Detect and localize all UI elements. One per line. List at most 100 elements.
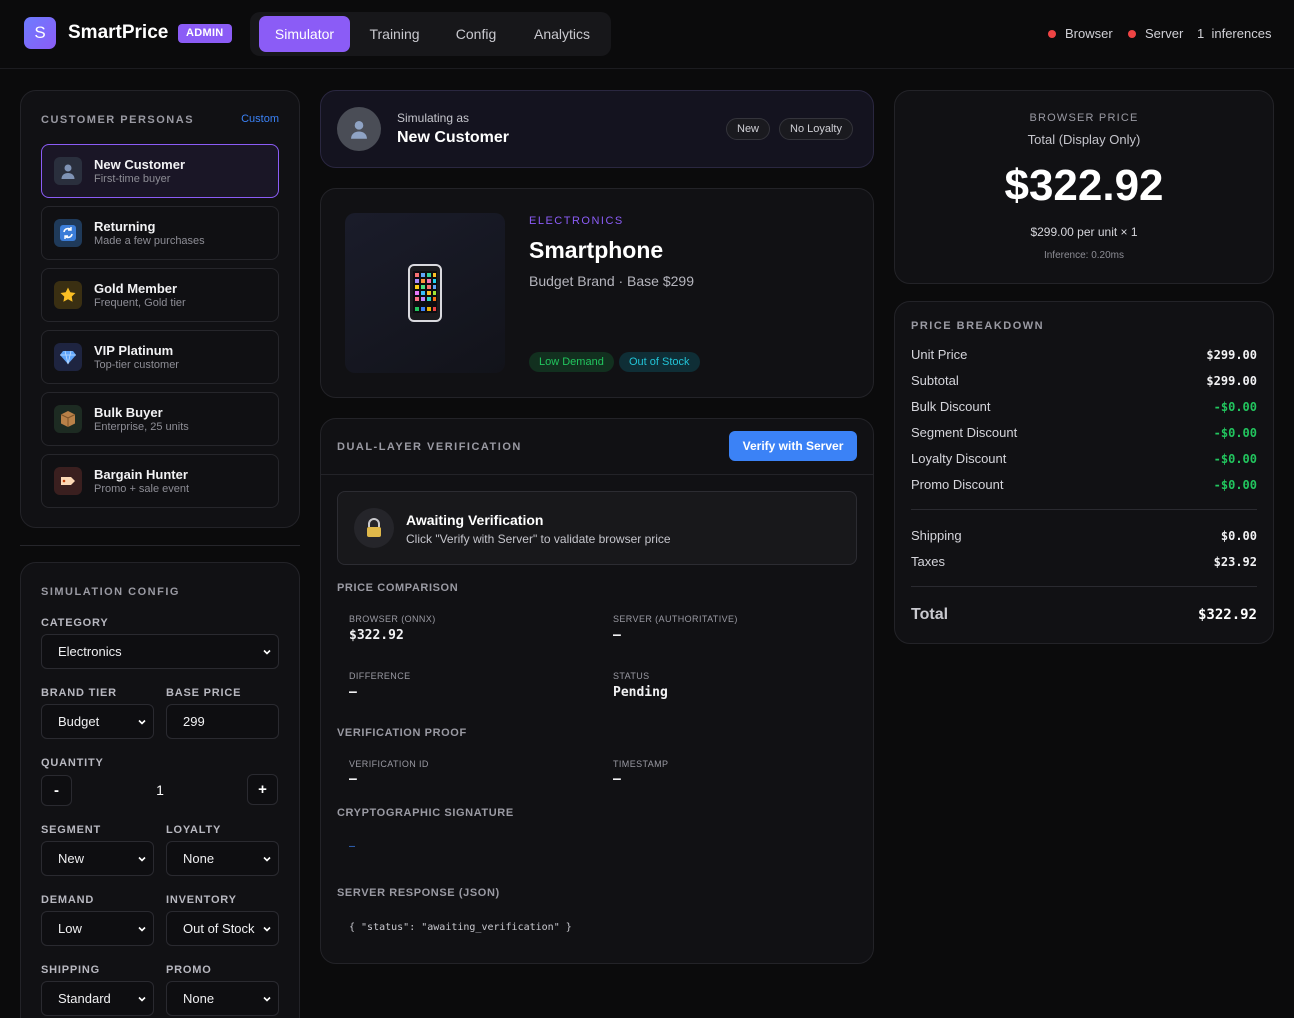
promo-value: None [183,991,215,1006]
browser-status: Browser [1048,26,1113,41]
sidebar-divider [20,545,300,546]
category-select[interactable]: Electronics [41,634,279,669]
category-value: Electronics [58,644,122,659]
per-unit-text: $299.00 per unit × 1 [1030,225,1138,239]
segment-chip: New [726,118,771,140]
quantity-value[interactable]: 1 [81,782,239,798]
tab-analytics[interactable]: Analytics [516,16,608,52]
product-name: Smartphone [529,237,664,263]
browser-onnx-label: BROWSER (ONNX) [349,614,436,624]
persona-new-customer[interactable]: New Customer First-time buyer [41,144,279,198]
taxes-label: Taxes [911,554,945,569]
browser-price-amount: $322.92 [1004,161,1164,210]
persona-name: Bargain Hunter [94,467,188,482]
price-comparison-title: PRICE COMPARISON [337,582,459,594]
logo-letter: S [34,23,46,42]
promo-label: PROMO [166,964,212,976]
brand-tier-label: BRAND TIER [41,687,117,699]
persona-bargain-hunter[interactable]: Bargain Hunter Promo + sale event [41,454,279,508]
taxes-value: $23.92 [1213,555,1257,569]
persona-gold-member[interactable]: Gold Member Frequent, Gold tier [41,268,279,322]
awaiting-title: Awaiting Verification [406,512,544,528]
demand-tag: Low Demand [529,352,614,372]
shipping-value: Standard [58,991,111,1006]
loyalty-select[interactable]: None [166,841,279,876]
personas-panel: CUSTOMER PERSONAS Custom New Customer Fi… [20,90,300,528]
unit-price-value: $299.00 [1206,348,1257,362]
loyalty-discount-value: -$0.00 [1213,452,1257,466]
tab-training[interactable]: Training [354,16,435,52]
promo-discount-label: Promo Discount [911,477,1004,492]
chevron-down-icon [263,649,271,655]
subtotal-label: Subtotal [911,373,959,388]
bulk-discount-label: Bulk Discount [911,399,991,414]
base-price-input[interactable]: 299 [166,704,279,739]
promo-select[interactable]: None [166,981,279,1016]
loyalty-discount-label: Loyalty Discount [911,451,1007,466]
persona-bulk-buyer[interactable]: Bulk Buyer Enterprise, 25 units [41,392,279,446]
chevron-down-icon [138,926,146,932]
demand-select[interactable]: Low [41,911,154,946]
demand-value: Low [58,921,82,936]
persona-name: Returning [94,219,156,234]
product-category: ELECTRONICS [529,215,624,227]
inventory-select[interactable]: Out of Stock [166,911,279,946]
persona-returning[interactable]: Returning Made a few purchases [41,206,279,260]
top-bar: S SmartPrice ADMIN Simulator Training Co… [0,0,1294,69]
browser-price-panel: BROWSER PRICE Total (Display Only) $322.… [894,90,1274,284]
shipping-cost-value: $0.00 [1220,529,1257,543]
brand-tier-select[interactable]: Budget [41,704,154,739]
timestamp-value: — [613,772,621,787]
shipping-select[interactable]: Standard [41,981,154,1016]
shipping-label: SHIPPING [41,964,100,976]
persona-desc: Top-tier customer [94,359,179,371]
segment-discount-label: Segment Discount [911,425,1018,440]
signature-value: — [349,841,356,852]
server-response-json: { "status": "awaiting_verification" } [349,922,572,933]
persona-vip-platinum[interactable]: VIP Platinum Top-tier customer [41,330,279,384]
quantity-increment-button[interactable]: + [247,774,278,805]
persona-name: New Customer [94,157,186,172]
product-card: ELECTRONICS Smartphone Budget Brand · Ba… [320,188,874,398]
quantity-decrement-button[interactable]: - [41,775,72,806]
config-title: SIMULATION CONFIG [41,586,180,598]
verification-panel: DUAL-LAYER VERIFICATION Verify with Serv… [320,418,874,964]
inference-label: inferences [1211,26,1272,41]
admin-badge: ADMIN [178,24,232,43]
product-image [345,213,505,373]
chevron-down-icon [138,856,146,862]
browser-price-title: BROWSER PRICE [1029,112,1139,124]
awaiting-desc: Click "Verify with Server" to validate b… [406,532,671,546]
simulating-as-label: Simulating as [397,111,470,125]
browser-price-subtitle: Total (Display Only) [1027,132,1141,147]
personas-title: CUSTOMER PERSONAS [41,114,195,126]
chevron-down-icon [138,719,146,725]
loyalty-label: LOYALTY [166,824,222,836]
tab-simulator[interactable]: Simulator [259,16,350,52]
tab-config[interactable]: Config [440,16,512,52]
base-price-value: 299 [183,714,205,729]
browser-onnx-value: $322.92 [349,628,404,643]
segment-select[interactable]: New [41,841,154,876]
quantity-label: QUANTITY [41,757,104,769]
segment-value: New [58,851,85,866]
status-value: Pending [613,685,668,700]
verification-id-label: VERIFICATION ID [349,759,429,769]
lock-icon [354,508,394,548]
person-icon [54,157,82,185]
server-status-label: Server [1145,26,1184,41]
chevron-down-icon [263,996,271,1002]
server-response-title: SERVER RESPONSE (JSON) [337,887,500,899]
simulation-config-panel: SIMULATION CONFIG CATEGORY Electronics B… [20,562,300,1018]
unit-price-label: Unit Price [911,347,968,362]
persona-name: Gold Member [94,281,178,296]
custom-persona-link[interactable]: Custom [241,113,279,125]
persona-desc: First-time buyer [94,173,171,185]
status-label: STATUS [613,671,650,681]
shipping-cost-label: Shipping [911,528,962,543]
category-label: CATEGORY [41,617,109,629]
difference-value: — [349,685,357,700]
total-divider [911,586,1257,587]
inference-counter: 1 inferences [1197,26,1271,41]
verify-with-server-button[interactable]: Verify with Server [729,431,857,461]
